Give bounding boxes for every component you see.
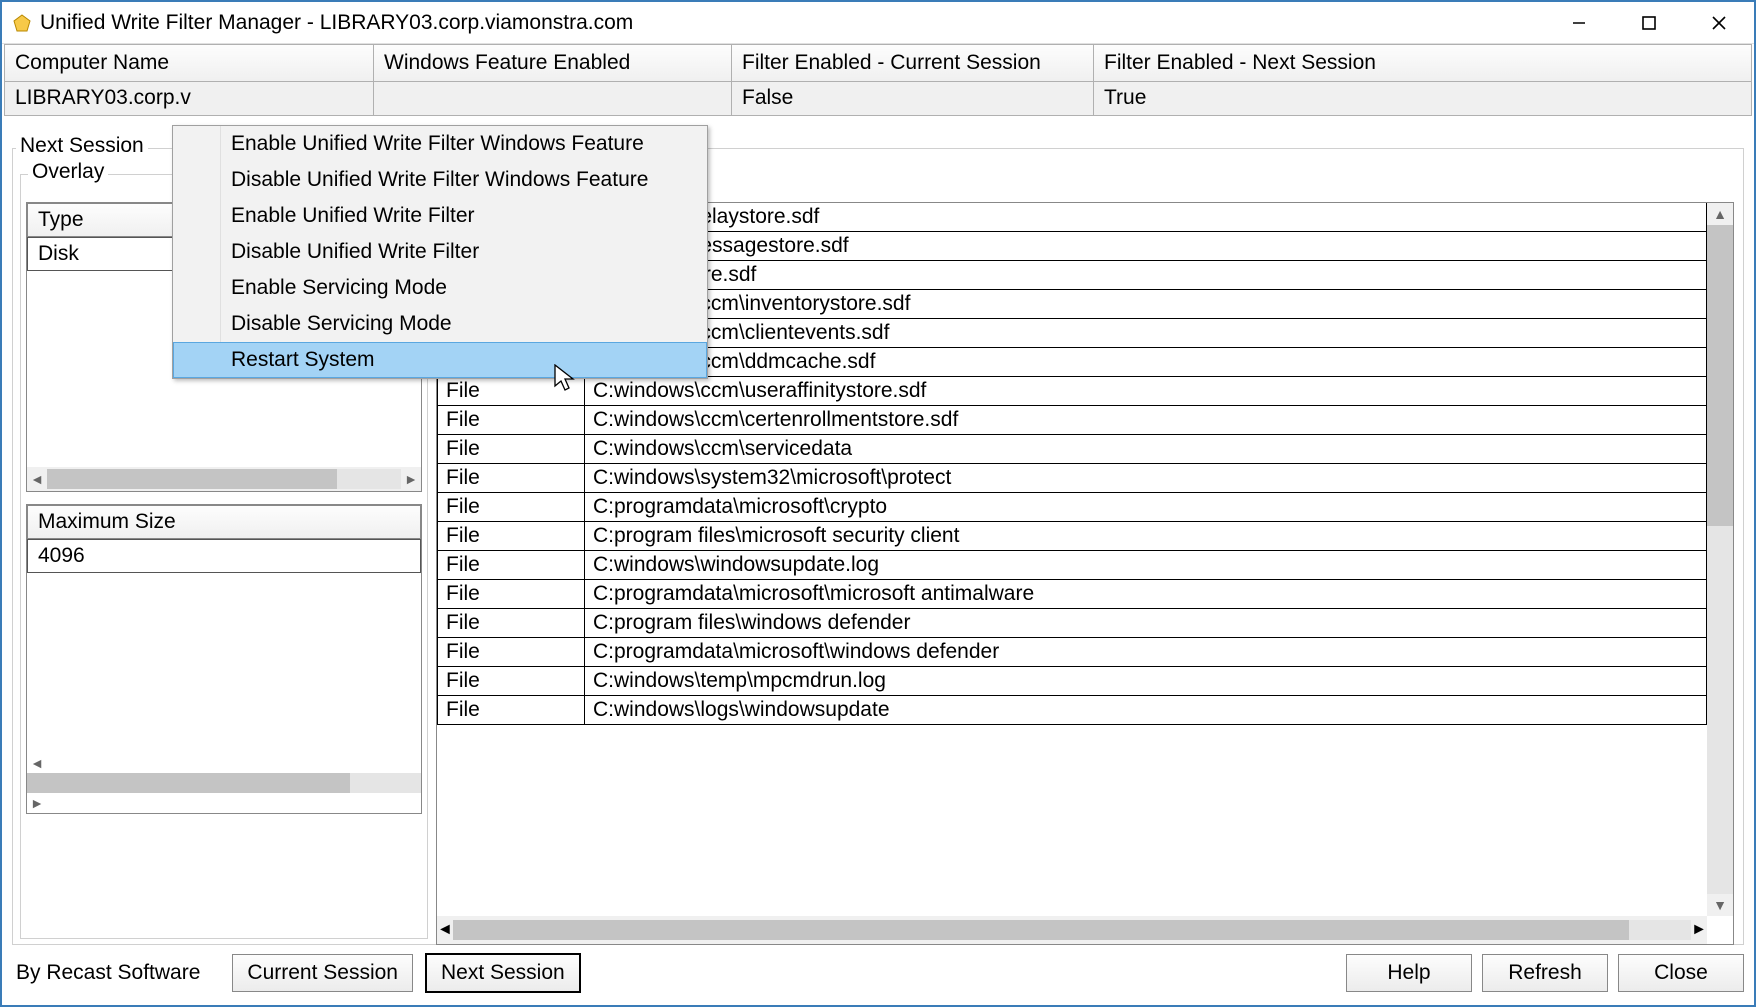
- overlay-maxsize-value[interactable]: 4096: [27, 539, 421, 573]
- window-title: Unified Write Filter Manager - LIBRARY03…: [40, 11, 1544, 35]
- table-row[interactable]: FileC:windows\ccm\servicedata: [437, 435, 1707, 464]
- table-row[interactable]: FileC:windows\logs\windowsupdate: [437, 696, 1707, 725]
- cell-exclusion-path: C:windows\ccm\certenrollmentstore.sdf: [585, 406, 1707, 435]
- cell-exclusion-path: ccm\ccmstore.sdf: [585, 261, 1707, 290]
- cell-exclusion-type: File: [437, 580, 585, 609]
- overlay-type-hscrollbar[interactable]: ◄ ►: [27, 467, 421, 491]
- scroll-thumb[interactable]: [453, 920, 1629, 940]
- context-menu-item[interactable]: Restart System: [173, 342, 707, 378]
- cell-exclusion-path: C:windows\logs\windowsupdate: [585, 696, 1707, 725]
- context-menu-item[interactable]: Enable Unified Write Filter Windows Feat…: [173, 126, 707, 162]
- cell-exclusion-path: C:programdata\microsoft\crypto: [585, 493, 1707, 522]
- cell-exclusion-type: File: [437, 406, 585, 435]
- cell-exclusion-type: File: [437, 493, 585, 522]
- footer-bar: By Recast Software Current Session Next …: [12, 951, 1744, 995]
- scroll-up-icon[interactable]: ▲: [1713, 203, 1727, 225]
- computer-grid: Computer Name Windows Feature Enabled Fi…: [4, 44, 1752, 116]
- table-row[interactable]: FileC:windows\ccm\certenrollmentstore.sd…: [437, 406, 1707, 435]
- cell-exclusion-path: C:windows\windowsupdate.log: [585, 551, 1707, 580]
- cell-exclusion-type: File: [437, 464, 585, 493]
- scroll-left-icon[interactable]: ◄: [27, 753, 47, 773]
- cell-exclusion-path: ccm\statemessagestore.sdf: [585, 232, 1707, 261]
- cell-exclusion-path: C:programdata\microsoft\microsoft antima…: [585, 580, 1707, 609]
- cell-exclusion-type: File: [437, 609, 585, 638]
- title-bar: Unified Write Filter Manager - LIBRARY03…: [2, 2, 1754, 44]
- scroll-thumb[interactable]: [1707, 225, 1733, 526]
- cell-exclusion-path: C:windows\temp\mpcmdrun.log: [585, 667, 1707, 696]
- cell-exclusion-path: C:program files\windows defender: [585, 609, 1707, 638]
- group-overlay-label: Overlay: [28, 160, 108, 184]
- cell-exclusion-path: C:windows\ccm\clientevents.sdf: [585, 319, 1707, 348]
- overlay-maxsize-header[interactable]: Maximum Size: [27, 505, 421, 539]
- scroll-left-icon[interactable]: ◄: [437, 921, 453, 939]
- cell-current-session: False: [732, 82, 1094, 116]
- cell-exclusion-path: C:windows\ccm\ddmcache.sdf: [585, 348, 1707, 377]
- cell-exclusion-type: File: [437, 435, 585, 464]
- scroll-right-icon[interactable]: ►: [27, 793, 47, 813]
- tab-next-session[interactable]: Next Session: [425, 953, 581, 993]
- exclusions-hscrollbar[interactable]: ◄ ►: [437, 916, 1707, 944]
- table-row[interactable]: FileC:programdata\microsoft\microsoft an…: [437, 580, 1707, 609]
- scroll-right-icon[interactable]: ►: [1691, 921, 1707, 939]
- cell-exclusion-path: C:windows\ccm\useraffinitystore.sdf: [585, 377, 1707, 406]
- scroll-down-icon[interactable]: ▼: [1713, 894, 1727, 916]
- cell-exclusion-path: C:windows\ccm\servicedata: [585, 435, 1707, 464]
- table-row[interactable]: FileC:programdata\microsoft\crypto: [437, 493, 1707, 522]
- cell-exclusion-type: File: [437, 522, 585, 551]
- overlay-maxsize-grid: Maximum Size 4096 ◄ ►: [26, 504, 422, 814]
- close-button[interactable]: [1684, 2, 1754, 43]
- cell-next-session: True: [1094, 82, 1752, 116]
- cell-exclusion-type: File: [437, 638, 585, 667]
- cell-exclusion-path: ccm\complrelaystore.sdf: [585, 203, 1707, 232]
- help-button[interactable]: Help: [1346, 954, 1472, 992]
- cell-exclusion-type: File: [437, 667, 585, 696]
- context-menu-item[interactable]: Disable Unified Write Filter: [173, 234, 707, 270]
- context-menu-item[interactable]: Enable Unified Write Filter: [173, 198, 707, 234]
- table-row[interactable]: FileC:windows\ccm\useraffinitystore.sdf: [437, 377, 1707, 406]
- close-window-button[interactable]: Close: [1618, 954, 1744, 992]
- column-header-computer-name[interactable]: Computer Name: [4, 44, 374, 82]
- context-menu-item[interactable]: Disable Unified Write Filter Windows Fea…: [173, 162, 707, 198]
- scroll-thumb[interactable]: [47, 469, 337, 489]
- table-row[interactable]: FileC:program files\windows defender: [437, 609, 1707, 638]
- cell-computer-name: LIBRARY03.corp.v: [4, 82, 374, 116]
- minimize-button[interactable]: [1544, 2, 1614, 43]
- computer-grid-header: Computer Name Windows Feature Enabled Fi…: [4, 44, 1752, 82]
- table-row[interactable]: FileC:windows\system32\microsoft\protect: [437, 464, 1707, 493]
- table-row[interactable]: FileC:windows\windowsupdate.log: [437, 551, 1707, 580]
- scroll-left-icon[interactable]: ◄: [27, 469, 47, 489]
- table-row[interactable]: FileC:windows\temp\mpcmdrun.log: [437, 667, 1707, 696]
- exclusions-vscrollbar[interactable]: ▲ ▼: [1707, 203, 1733, 916]
- cell-exclusion-type: File: [437, 696, 585, 725]
- cell-exclusion-type: File: [437, 551, 585, 580]
- overlay-maxsize-hscrollbar[interactable]: ◄ ►: [27, 753, 421, 813]
- column-header-current-session[interactable]: Filter Enabled - Current Session: [732, 44, 1094, 82]
- tab-current-session[interactable]: Current Session: [232, 954, 413, 992]
- context-menu-item[interactable]: Enable Servicing Mode: [173, 270, 707, 306]
- scroll-thumb[interactable]: [27, 773, 350, 793]
- context-menu-item[interactable]: Disable Servicing Mode: [173, 306, 707, 342]
- computer-grid-row[interactable]: LIBRARY03.corp.v False True: [4, 82, 1752, 116]
- cursor-icon: [554, 364, 576, 397]
- cell-exclusion-path: C:windows\system32\microsoft\protect: [585, 464, 1707, 493]
- cell-exclusion-path: C:program files\microsoft security clien…: [585, 522, 1707, 551]
- cell-exclusion-path: C:programdata\microsoft\windows defender: [585, 638, 1707, 667]
- app-icon: [12, 13, 32, 33]
- column-header-next-session[interactable]: Filter Enabled - Next Session: [1094, 44, 1752, 82]
- table-row[interactable]: FileC:program files\microsoft security c…: [437, 522, 1707, 551]
- group-next-session-label: Next Session: [16, 134, 148, 158]
- context-menu: Enable Unified Write Filter Windows Feat…: [172, 125, 708, 379]
- table-row[interactable]: FileC:programdata\microsoft\windows defe…: [437, 638, 1707, 667]
- maximize-button[interactable]: [1614, 2, 1684, 43]
- footer-credit: By Recast Software: [16, 961, 200, 985]
- column-header-feature-enabled[interactable]: Windows Feature Enabled: [374, 44, 732, 82]
- scroll-right-icon[interactable]: ►: [401, 469, 421, 489]
- cell-exclusion-path: C:windows\ccm\inventorystore.sdf: [585, 290, 1707, 319]
- cell-feature-enabled: [374, 82, 732, 116]
- refresh-button[interactable]: Refresh: [1482, 954, 1608, 992]
